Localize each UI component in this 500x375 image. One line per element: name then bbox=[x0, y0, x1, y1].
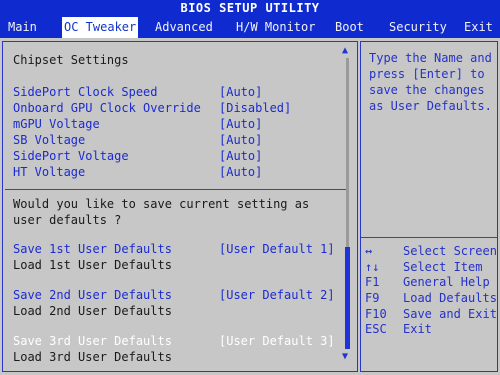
save-prompt: Would you like to save current setting a… bbox=[13, 196, 309, 228]
tab-security[interactable]: Security bbox=[387, 17, 449, 38]
setting-value: [Auto] bbox=[219, 117, 263, 131]
option-label: Save 2nd User Defaults bbox=[13, 288, 172, 302]
up-down-arrows-icon: ↑↓ bbox=[365, 260, 380, 274]
settings-panel: Chipset Settings SidePort Clock Speed [A… bbox=[2, 41, 358, 372]
prompt-line: Would you like to save current setting a… bbox=[13, 197, 310, 211]
setting-value: [Disabled] bbox=[219, 101, 292, 115]
prompt-line: user defaults ? bbox=[13, 213, 122, 227]
tab-oc-tweaker[interactable]: OC Tweaker bbox=[62, 17, 139, 38]
help-text: Type the Name and press [Enter] to save … bbox=[369, 50, 495, 114]
divider bbox=[5, 189, 346, 190]
option-label: Load 1st User Defaults bbox=[13, 258, 172, 272]
scrollbar-thumb[interactable] bbox=[345, 247, 350, 349]
key-desc-select-screen: Select Screen bbox=[403, 244, 497, 258]
setting-value: [Auto] bbox=[219, 149, 263, 163]
option-value: [User Default 1] bbox=[219, 242, 335, 256]
tab-hw-monitor[interactable]: H/W Monitor bbox=[234, 17, 317, 38]
setting-label: SidePort Voltage bbox=[13, 149, 129, 163]
setting-value: [Auto] bbox=[219, 85, 263, 99]
title-bar: BIOS SETUP UTILITY Main OC Tweaker Advan… bbox=[0, 0, 500, 38]
key-f1: F1 bbox=[365, 275, 380, 289]
tab-main[interactable]: Main bbox=[6, 17, 39, 38]
help-line: press [Enter] to bbox=[369, 67, 485, 81]
option-label: Save 1st User Defaults bbox=[13, 242, 172, 256]
key-desc-load-defaults: Load Defaults bbox=[403, 291, 497, 305]
help-line: save the changes bbox=[369, 83, 485, 97]
help-line: Type the Name and bbox=[369, 51, 492, 65]
setting-label: SidePort Clock Speed bbox=[13, 85, 158, 99]
setting-label: SB Voltage bbox=[13, 133, 86, 147]
divider bbox=[361, 237, 497, 238]
section-title: Chipset Settings bbox=[13, 53, 129, 67]
main-area: Chipset Settings SidePort Clock Speed [A… bbox=[0, 38, 500, 375]
setting-value: [Auto] bbox=[219, 133, 263, 147]
tab-boot[interactable]: Boot bbox=[333, 17, 366, 38]
option-value: [User Default 3] bbox=[219, 334, 335, 348]
option-label: Load 2nd User Defaults bbox=[13, 304, 172, 318]
key-f10: F10 bbox=[365, 307, 387, 321]
bios-title: BIOS SETUP UTILITY bbox=[180, 1, 320, 15]
key-desc-select-item: Select Item bbox=[403, 260, 483, 274]
setting-label: HT Voltage bbox=[13, 165, 86, 179]
left-right-arrows-icon: ↔ bbox=[365, 244, 373, 258]
help-panel: Type the Name and press [Enter] to save … bbox=[360, 41, 498, 372]
key-f9: F9 bbox=[365, 291, 380, 305]
tab-advanced[interactable]: Advanced bbox=[153, 17, 215, 38]
scroll-down-arrow-icon[interactable]: ▼ bbox=[342, 351, 348, 362]
option-label: Load 3rd User Defaults bbox=[13, 350, 172, 364]
menu-tabs: Main OC Tweaker Advanced H/W Monitor Boo… bbox=[0, 17, 500, 38]
key-desc-save-and-exit: Save and Exit bbox=[403, 307, 497, 321]
tab-exit[interactable]: Exit bbox=[462, 17, 495, 38]
key-esc: ESC bbox=[365, 322, 387, 336]
scroll-up-arrow-icon[interactable]: ▲ bbox=[342, 45, 348, 56]
key-desc-exit: Exit bbox=[403, 322, 432, 336]
key-desc-general-help: General Help bbox=[403, 275, 490, 289]
option-label: Save 3rd User Defaults bbox=[13, 334, 172, 348]
option-value: [User Default 2] bbox=[219, 288, 335, 302]
help-line: as User Defaults. bbox=[369, 99, 492, 113]
setting-label: Onboard GPU Clock Override bbox=[13, 101, 201, 115]
setting-label: mGPU Voltage bbox=[13, 117, 100, 131]
setting-value: [Auto] bbox=[219, 165, 263, 179]
